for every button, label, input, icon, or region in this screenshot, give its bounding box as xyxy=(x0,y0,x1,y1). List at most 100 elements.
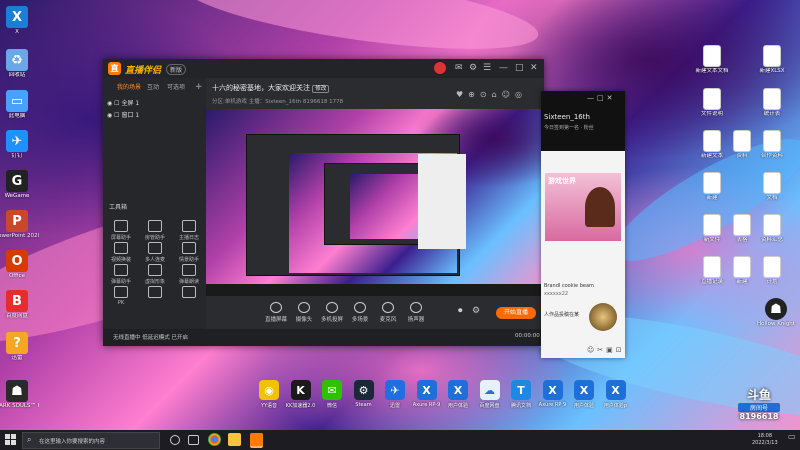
toolbox-item[interactable]: 虚拟形象 xyxy=(139,264,171,285)
dock-item[interactable]: X 用户体验 xyxy=(441,380,475,409)
dock-item[interactable]: K KK加速器2.0 xyxy=(284,380,318,409)
dock-item[interactable]: X Axure RP-9 xyxy=(410,380,444,408)
file-explorer-icon[interactable] xyxy=(228,433,241,446)
toolbox-item[interactable]: 房管助手 xyxy=(139,220,171,241)
text-file-icon: ≡ xyxy=(733,256,751,278)
windows-start-icon[interactable] xyxy=(5,434,17,446)
multi-cast-button[interactable]: 多机投屏 xyxy=(317,302,347,323)
scene-item[interactable]: ◉ ☐ 全屏 1 xyxy=(107,98,139,107)
dock-item[interactable]: X 用户体验p xyxy=(599,380,633,409)
user-avatar[interactable] xyxy=(434,62,446,74)
stream-title[interactable]: 十六的秘密基地，大家欢迎关注 修改 xyxy=(212,83,330,93)
taskbar-clock[interactable]: 18:08 2022/3/13 xyxy=(752,433,778,447)
tool-icon xyxy=(114,242,128,254)
dock-label: 百度网盘 xyxy=(479,403,500,409)
desktop-icon-baidu-netdisk[interactable]: B 百度网盘 xyxy=(0,290,39,320)
tool-icon xyxy=(182,286,196,298)
scene-panel: 我的场景 互动 可选项 + ◉ ☐ 全屏 1 ◉ ☐ 窗口 1 工具箱 屏幕助手… xyxy=(103,78,206,346)
desktop-icon-office[interactable]: O Office xyxy=(0,250,39,280)
chat-input-icons[interactable]: ☺✂▣⊡ xyxy=(587,346,625,354)
desktop-file-doc-5[interactable]: ≡ 文档 xyxy=(750,172,794,202)
chat-banner-image[interactable]: 游戏世界 xyxy=(545,173,621,241)
desktop-file-hollow-knight[interactable]: ☗ Hollow Knight xyxy=(754,298,798,328)
chat-window-controls[interactable]: —□✕ xyxy=(587,94,616,102)
desktop-icon-recycle-bin[interactable]: ♻ 回收站 xyxy=(0,49,39,79)
dock-app-icon: ✉ xyxy=(322,380,342,400)
close-button[interactable]: ✕ xyxy=(530,63,538,73)
cortana-icon[interactable] xyxy=(170,435,180,445)
start-live-button[interactable]: 开始直播 xyxy=(496,307,536,319)
taskbar-search-box[interactable]: ⌕ 在这里输入你要搜索的内容 xyxy=(22,432,160,449)
dock-item[interactable]: X 用户体验 xyxy=(567,380,601,409)
speaker-button[interactable]: 扬声器 xyxy=(401,302,431,323)
toolbox-item[interactable]: 情景助手 xyxy=(173,242,205,263)
notification-icon[interactable]: ▭ xyxy=(788,432,796,441)
desktop-file-doc-1[interactable]: ≡ 新建文本文档 xyxy=(690,45,734,75)
desktop-icon-powerpoint[interactable]: PPowerPoint 2020 xyxy=(0,210,39,240)
settings-icon[interactable]: ⚙ xyxy=(469,63,477,73)
desktop-icon-this-pc[interactable]: ▭ 此电脑 xyxy=(0,90,39,120)
dock-label: Steam xyxy=(355,402,372,408)
tab-my-scenes[interactable]: 我的场景 xyxy=(117,82,141,91)
tool-label: 弹幕助手 xyxy=(110,279,131,285)
record-icon[interactable]: ⏺ xyxy=(458,306,463,316)
live-streaming-app-window[interactable]: 直 直播伴侣 新版 ✉ ⚙ ☰ — □ ✕ 我的场景 互动 可选项 + ◉ ☐ … xyxy=(103,59,544,346)
screen-share-button[interactable]: 直播屏幕 xyxy=(261,302,291,323)
desktop-icon-dingtalk[interactable]: ✈ 钉钉 xyxy=(0,130,39,160)
desktop-file-label: 新建文本 xyxy=(700,153,723,159)
toolbox-item[interactable]: 主播日志 xyxy=(173,220,205,241)
text-file-icon: ≡ xyxy=(763,172,781,194)
desktop-file-doc-6[interactable]: ≡ 资料汇总 xyxy=(750,214,794,244)
tab-options[interactable]: 可选项 xyxy=(167,82,185,91)
camera-button[interactable]: 摄像头 xyxy=(289,302,319,323)
desktop-file-xls-2[interactable]: ▦ 合作资料 xyxy=(750,130,794,160)
desktop-file-xlsx-1[interactable]: X 新建XLSX xyxy=(750,45,794,75)
chat-window[interactable]: —□✕ Sixteen_16th 今日签到第一名 · 粉丝 游戏世界 Brand… xyxy=(541,91,625,358)
toolbox-item[interactable]: 弹幕助手 xyxy=(105,264,137,285)
toolbox-item[interactable]: 弹幕朗读 xyxy=(173,264,205,285)
toolbox-item[interactable]: 多人连麦 xyxy=(139,242,171,263)
toolbox-item[interactable]: PK xyxy=(105,286,137,306)
edit-title-button[interactable]: 修改 xyxy=(312,85,330,93)
tool-label: 情景助手 xyxy=(178,257,199,263)
desktop-file-doc-7[interactable]: ≡ 新建 xyxy=(720,256,764,286)
dock-item[interactable]: ☁ 百度网盘 xyxy=(473,380,507,409)
dock-item[interactable]: ✉ 微信 xyxy=(315,380,349,409)
task-view-icon[interactable] xyxy=(188,435,199,445)
tab-interact[interactable]: 互动 xyxy=(147,82,159,91)
desktop-icon-wegame[interactable]: G WeGame xyxy=(0,170,39,200)
app-version-badge[interactable]: 新版 xyxy=(166,64,187,75)
desktop-icon-xunlei[interactable]: ? 迅雷 xyxy=(0,332,39,362)
microphone-button[interactable]: 麦克风 xyxy=(373,302,403,323)
chrome-icon[interactable] xyxy=(208,433,221,446)
desktop-file-doc-4[interactable]: ≡ 新建文本 xyxy=(690,130,734,160)
desktop-icon-label: 此电脑 xyxy=(8,113,26,119)
desktop-file-xls-1[interactable]: ▦ 统计表 xyxy=(750,88,794,118)
desktop-icon-dark-souls[interactable]: ☗DARK SOULS™ III xyxy=(0,380,39,410)
dock-label: 用户体验 xyxy=(447,403,468,409)
toolbox-item[interactable] xyxy=(139,286,171,300)
dock-item[interactable]: T 腾讯文档 xyxy=(504,380,538,409)
desktop-icon-app-x[interactable]: XX xyxy=(0,6,39,36)
menu-icon[interactable]: ☰ xyxy=(483,63,491,73)
toolbox-item[interactable]: 屏幕助手 xyxy=(105,220,137,241)
info-bar-icons[interactable]: ♥⊕⊙⌂☺◎ xyxy=(456,90,527,99)
desktop-file-xdoc-2[interactable]: X 新建 xyxy=(690,172,734,202)
dock-item[interactable]: ✈ 迅雷 xyxy=(378,380,412,409)
toolbox-item[interactable] xyxy=(173,286,205,300)
add-scene-icon[interactable]: + xyxy=(195,82,203,92)
message-icon[interactable]: ✉ xyxy=(455,63,463,73)
minimize-button[interactable]: — xyxy=(499,63,508,73)
desktop-file-doc-2[interactable]: ≡ 文件说明 xyxy=(690,88,734,118)
dock-item[interactable]: X Axure RP 9 xyxy=(536,380,570,408)
dock-item[interactable]: ⚙ Steam xyxy=(347,380,381,408)
app-title-bar[interactable]: 直 直播伴侣 新版 ✉ ⚙ ☰ — □ ✕ xyxy=(103,59,544,78)
scene-item[interactable]: ◉ ☐ 窗口 1 xyxy=(107,110,139,119)
streaming-app-taskbar-icon[interactable] xyxy=(250,433,263,448)
multi-scene-button[interactable]: 多场景 xyxy=(345,302,375,323)
toolbox-item[interactable]: 视频换装 xyxy=(105,242,137,263)
dock-item[interactable]: ◉ YY语音 xyxy=(252,380,286,409)
gear-icon[interactable]: ⚙ xyxy=(472,306,480,316)
maximize-button[interactable]: □ xyxy=(515,63,524,73)
dock-app-icon: ⚙ xyxy=(353,380,374,400)
